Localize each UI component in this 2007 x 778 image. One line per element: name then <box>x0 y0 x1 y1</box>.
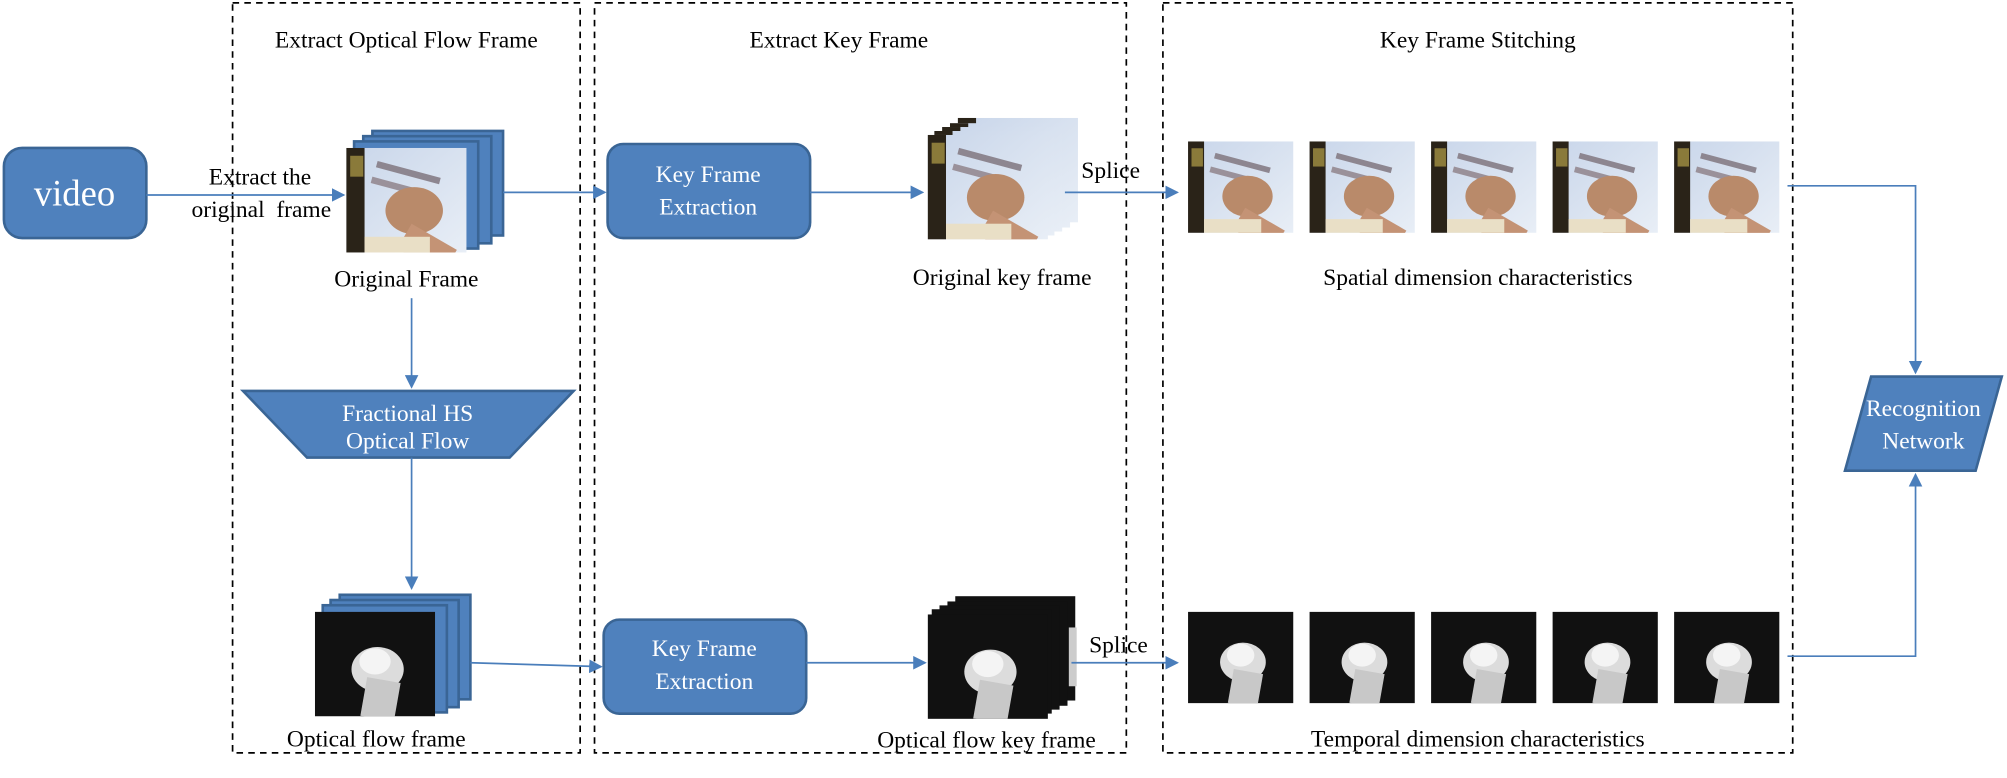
kfe-top-label-1: Key Frame <box>656 162 761 188</box>
splice-label-top: Splice <box>1081 158 1140 184</box>
kfe-bottom-label-2: Extraction <box>655 669 753 695</box>
recog-label-1: Recognition <box>1866 396 1981 422</box>
optical-flow-frame-stack <box>314 593 472 717</box>
section-title-optical-flow: Extract Optical Flow Frame <box>275 27 538 53</box>
recog-label-2: Network <box>1882 428 1964 454</box>
extract-label-2: original frame <box>192 197 332 223</box>
kfe-bottom-label-1: Key Frame <box>652 636 757 662</box>
original-frame-label: Original Frame <box>334 266 478 292</box>
original-key-frame-label: Original key frame <box>913 265 1092 291</box>
key-frame-extraction-bottom <box>602 618 808 716</box>
pipeline-diagram: Extract Optical Flow Frame Extract Key F… <box>2 2 2004 754</box>
temporal-strip <box>1188 611 1780 704</box>
optical-flow-frame-label: Optical flow frame <box>287 726 466 752</box>
optical-flow-key-frame-label: Optical flow key frame <box>877 728 1096 754</box>
spatial-strip <box>1188 141 1780 233</box>
optical-flow-key-frame-stack <box>927 596 1077 719</box>
recognition-network-node <box>1843 375 2004 472</box>
section-title-stitching: Key Frame Stitching <box>1380 27 1576 53</box>
arrow-temporal-to-recog <box>1787 472 1923 658</box>
fractional-label-2: Optical Flow <box>346 428 469 454</box>
arrow-flowframe-to-kfe <box>470 659 603 674</box>
original-key-frame-stack <box>927 117 1078 240</box>
arrow-spatial-to-recog <box>1787 184 1923 375</box>
kfe-top-label-2: Extraction <box>659 195 757 221</box>
section-title-key-frame: Extract Key Frame <box>749 27 928 53</box>
original-frame-stack <box>346 129 505 253</box>
fractional-label-1: Fractional HS <box>342 401 473 427</box>
spatial-label: Spatial dimension characteristics <box>1323 265 1632 291</box>
video-label: video <box>34 172 115 213</box>
extract-label-1: Extract the <box>209 165 311 191</box>
temporal-label: Temporal dimension characteristics <box>1311 726 1645 752</box>
splice-label-bottom: Splice <box>1089 632 1148 658</box>
key-frame-extraction-top <box>606 142 812 240</box>
